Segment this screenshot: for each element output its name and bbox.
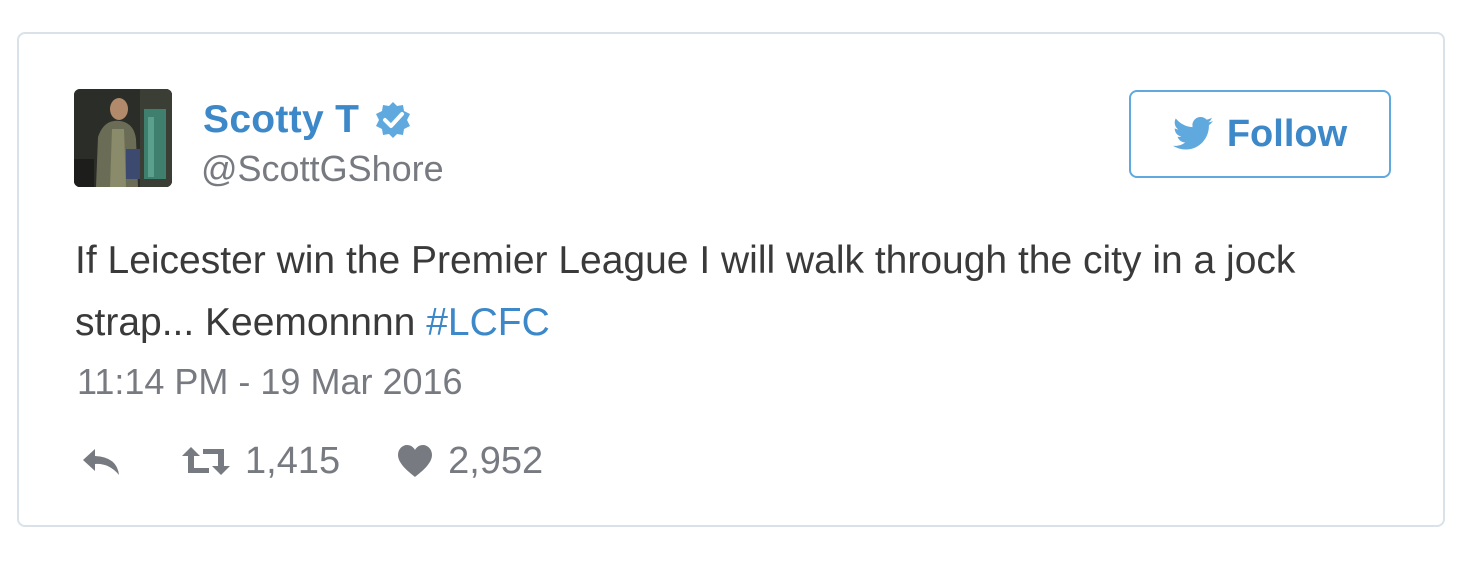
display-name-row[interactable]: Scotty T <box>203 98 413 142</box>
display-name[interactable]: Scotty T <box>203 98 359 142</box>
tweet-text: If Leicester win the Premier League I wi… <box>75 230 1395 354</box>
tweet-timestamp[interactable]: 11:14 PM - 19 Mar 2016 <box>77 361 463 403</box>
hashtag-link[interactable]: #LCFC <box>426 301 550 344</box>
heart-icon <box>398 445 433 477</box>
tweet-body: If Leicester win the Premier League I wi… <box>75 239 1296 344</box>
user-handle[interactable]: @ScottGShore <box>201 148 444 190</box>
tweet-actions: 1,415 2,952 <box>79 438 543 484</box>
reply-button[interactable] <box>79 443 123 479</box>
like-count: 2,952 <box>448 439 544 482</box>
reply-icon <box>83 449 119 475</box>
avatar[interactable] <box>74 89 172 187</box>
retweet-icon <box>182 447 230 475</box>
tweet-card: Scotty T @ScottGShore Follow If Leiceste… <box>17 32 1445 527</box>
follow-label: Follow <box>1226 112 1348 155</box>
follow-button[interactable]: Follow <box>1129 90 1391 178</box>
verified-badge-icon <box>376 102 411 138</box>
twitter-bird-icon <box>1172 117 1213 150</box>
like-button[interactable]: 2,952 <box>396 440 543 483</box>
retweet-button[interactable]: 1,415 <box>181 440 340 483</box>
retweet-count: 1,415 <box>245 439 341 482</box>
avatar-image <box>74 89 172 187</box>
